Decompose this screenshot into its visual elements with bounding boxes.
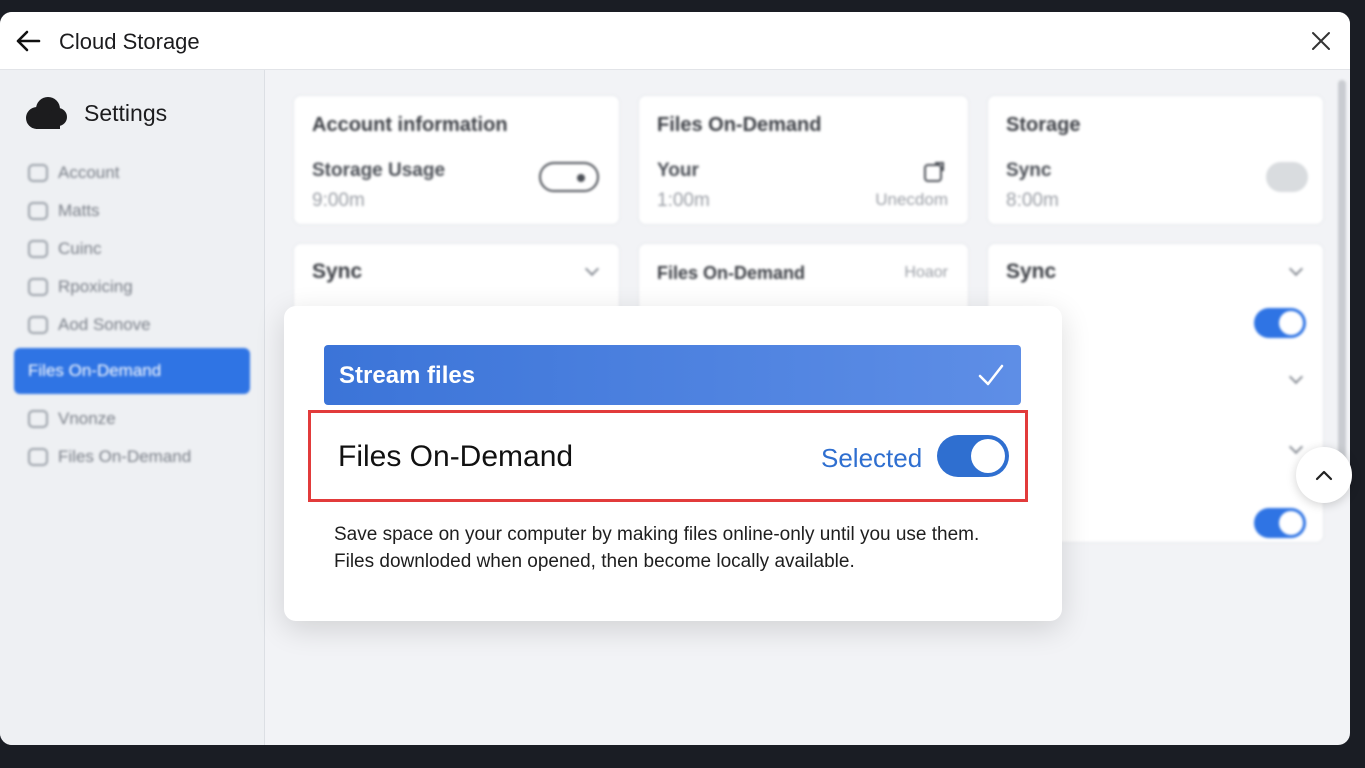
- toggle-knob: [971, 439, 1005, 473]
- stream-files-option[interactable]: Stream files: [324, 345, 1021, 405]
- sidebar-item-label: Cuinc: [58, 239, 102, 258]
- card-subheading: Sync: [1006, 160, 1052, 181]
- sync-option-toggle-1[interactable]: [1254, 308, 1306, 338]
- chevron-down-icon[interactable]: [1288, 369, 1304, 385]
- title-bar: Cloud Storage: [0, 12, 1350, 70]
- card-subheading: Storage Usage: [312, 160, 446, 181]
- sidebar-item-label: Matts: [58, 201, 100, 220]
- open-external-icon[interactable]: [922, 160, 946, 184]
- card-value: 1:00m: [657, 190, 710, 211]
- sidebar-item-label: Aod Sonove: [58, 315, 151, 334]
- back-button[interactable]: [12, 26, 44, 56]
- account-card: Account information Storage Usage 9:00m: [293, 95, 620, 225]
- card-status: Unecdom: [875, 190, 948, 209]
- sidebar-item-label: Files On-Demand: [58, 447, 192, 466]
- tag-icon: [28, 316, 48, 334]
- sidebar-item-rpoxicing[interactable]: Rpoxicing: [14, 268, 250, 306]
- section-heading: Sync: [312, 260, 363, 283]
- sidebar-item-label: Rpoxicing: [58, 277, 133, 296]
- chevron-up-icon: [1315, 470, 1333, 481]
- section-heading: Files On-Demand: [657, 263, 806, 283]
- cloud-icon: [26, 97, 67, 129]
- description-line-2: Files downloded when opened, then become…: [334, 551, 855, 572]
- sync-option-toggle-2[interactable]: [1254, 508, 1306, 538]
- sidebar-header: Settings: [24, 96, 167, 130]
- card-value: 9:00m: [312, 190, 365, 211]
- card-heading: Files On-Demand: [657, 114, 822, 136]
- card-heading: Account information: [312, 114, 508, 136]
- sync-section-left[interactable]: Sync: [293, 243, 620, 313]
- storage-usage-toggle[interactable]: [539, 162, 599, 192]
- section-heading: Sync: [1006, 260, 1057, 283]
- sync-toggle[interactable]: [1266, 162, 1308, 192]
- close-icon: [1312, 32, 1330, 50]
- stream-files-label: Stream files: [339, 362, 476, 389]
- box-icon: [28, 278, 48, 296]
- card-value: 8:00m: [1006, 190, 1059, 211]
- sidebar-item-label: Vnonze: [58, 409, 116, 428]
- grid-icon: [28, 202, 48, 220]
- sidebar-item-files-on-demand[interactable]: Files On-Demand: [14, 348, 250, 394]
- storage-card: Storage Sync 8:00m: [987, 95, 1324, 225]
- option-description: Save space on your computer by making fi…: [334, 521, 1034, 575]
- files-on-demand-section[interactable]: Files On-Demand Hoaor: [638, 243, 969, 313]
- scrollbar[interactable]: [1338, 80, 1346, 490]
- chevron-down-icon[interactable]: [1288, 439, 1304, 455]
- sidebar-item-cuinc[interactable]: Cuinc: [14, 230, 250, 268]
- files-on-demand-option[interactable]: Files On-Demand Selected: [308, 410, 1028, 502]
- files-on-demand-card: Files On-Demand Your 1:00m Unecdom: [638, 95, 969, 225]
- card-subheading: Your: [657, 160, 699, 181]
- file-icon: [28, 448, 48, 466]
- chevron-down-icon: [584, 261, 600, 277]
- description-line-1: Save space on your computer by making fi…: [334, 524, 980, 545]
- sidebar-item-account[interactable]: Account: [14, 154, 250, 192]
- close-button[interactable]: [1306, 26, 1336, 56]
- files-on-demand-label: Files On-Demand: [338, 440, 574, 473]
- chevron-down-icon[interactable]: [1288, 261, 1304, 277]
- section-status: Hoaor: [904, 264, 948, 281]
- checkmark-icon: [978, 364, 1004, 386]
- sidebar-item-label: Account: [58, 163, 120, 182]
- window-title: Cloud Storage: [59, 29, 200, 54]
- sidebar-list: Account Matts Cuinc Rpoxicing Aod Sonove…: [14, 154, 250, 476]
- gear-icon: [28, 410, 48, 428]
- sidebar: Settings Account Matts Cuinc Rpoxicing A…: [0, 70, 265, 745]
- cloud-icon: [28, 240, 48, 258]
- sidebar-item-files-on-demand-2[interactable]: Files On-Demand: [14, 438, 250, 476]
- sidebar-title: Settings: [84, 99, 168, 126]
- sidebar-item-vnonze[interactable]: Vnonze: [14, 400, 250, 438]
- files-on-demand-toggle[interactable]: [937, 435, 1009, 477]
- files-on-demand-popover: Stream files Files On-Demand Selected Sa…: [284, 306, 1062, 621]
- sidebar-item-matts[interactable]: Matts: [14, 192, 250, 230]
- sidebar-item-label: Files On-Demand: [28, 361, 162, 380]
- account-icon: [28, 164, 48, 182]
- scroll-to-top-button[interactable]: [1296, 447, 1352, 503]
- card-heading: Storage: [1006, 114, 1081, 136]
- arrow-left-icon: [16, 30, 41, 52]
- sidebar-item-aod-sonove[interactable]: Aod Sonove: [14, 306, 250, 344]
- selected-status: Selected: [821, 443, 923, 473]
